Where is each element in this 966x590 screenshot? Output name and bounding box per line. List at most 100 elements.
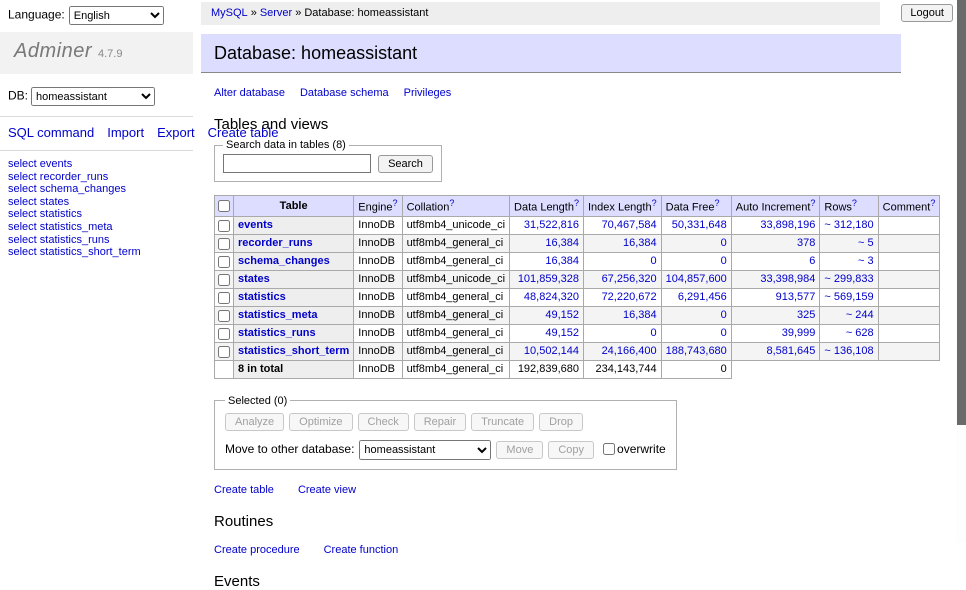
- index-length-link[interactable]: 70,467,584: [602, 219, 657, 231]
- row-checkbox[interactable]: [218, 292, 230, 304]
- auto-increment-link[interactable]: 325: [797, 309, 815, 321]
- rows-link[interactable]: ~ 299,833: [824, 273, 873, 285]
- data-free-link[interactable]: 50,331,648: [672, 219, 727, 231]
- overwrite-checkbox[interactable]: [603, 443, 615, 455]
- rows-link[interactable]: ~ 312,180: [824, 219, 873, 231]
- row-checkbox[interactable]: [218, 256, 230, 268]
- logout-button[interactable]: Logout: [901, 4, 953, 22]
- vertical-scrollbar[interactable]: [956, 0, 966, 543]
- table-name-link[interactable]: statistics: [238, 291, 286, 303]
- data-free-link[interactable]: 0: [721, 255, 727, 267]
- data-free-link[interactable]: 0: [721, 309, 727, 321]
- drop-button[interactable]: Drop: [539, 413, 583, 431]
- column-help-link[interactable]: ?: [652, 198, 657, 208]
- language-select[interactable]: English: [69, 6, 164, 25]
- create-link-1[interactable]: Create view: [298, 484, 356, 496]
- auto-increment-link[interactable]: 33,398,984: [760, 273, 815, 285]
- column-help-link[interactable]: ?: [930, 198, 935, 208]
- analyze-button[interactable]: Analyze: [225, 413, 284, 431]
- routine-link-1[interactable]: Create function: [324, 544, 399, 556]
- row-checkbox[interactable]: [218, 238, 230, 250]
- table-name-link[interactable]: states: [238, 273, 270, 285]
- data-length-link[interactable]: 16,384: [545, 237, 579, 249]
- data-length-link[interactable]: 49,152: [545, 309, 579, 321]
- index-length-link[interactable]: 16,384: [623, 237, 657, 249]
- sidebar-action-1[interactable]: Import: [107, 125, 144, 140]
- index-length-link[interactable]: 72,220,672: [602, 291, 657, 303]
- sidebar-table-link-0[interactable]: select events: [8, 158, 72, 170]
- db-action-link-0[interactable]: Alter database: [214, 87, 285, 99]
- data-free-link[interactable]: 6,291,456: [678, 291, 727, 303]
- index-length-link[interactable]: 24,166,400: [602, 345, 657, 357]
- scrollbar-thumb[interactable]: [957, 0, 966, 425]
- move-db-select[interactable]: homeassistant: [359, 440, 491, 460]
- auto-increment-link[interactable]: 39,999: [782, 327, 816, 339]
- db-action-link-2[interactable]: Privileges: [404, 87, 452, 99]
- sidebar-table-link-4[interactable]: select statistics: [8, 208, 82, 220]
- rows-link[interactable]: ~ 3: [858, 255, 874, 267]
- sidebar-table-link-5[interactable]: select statistics_meta: [8, 221, 113, 233]
- data-length-link[interactable]: 101,859,328: [518, 273, 579, 285]
- data-length-link[interactable]: 16,384: [545, 255, 579, 267]
- auto-increment-link[interactable]: 33,898,196: [760, 219, 815, 231]
- db-select[interactable]: homeassistant: [31, 87, 155, 106]
- table-name-link[interactable]: statistics_short_term: [238, 345, 349, 357]
- data-free-link[interactable]: 188,743,680: [666, 345, 727, 357]
- row-checkbox[interactable]: [218, 346, 230, 358]
- index-length-link[interactable]: 67,256,320: [602, 273, 657, 285]
- select-all-checkbox[interactable]: [218, 200, 230, 212]
- copy-button[interactable]: Copy: [548, 441, 594, 459]
- table-name-link[interactable]: schema_changes: [238, 255, 330, 267]
- rows-link[interactable]: ~ 5: [858, 237, 874, 249]
- table-name-link[interactable]: events: [238, 219, 273, 231]
- table-name-link[interactable]: recorder_runs: [238, 237, 313, 249]
- rows-link[interactable]: ~ 136,108: [824, 345, 873, 357]
- sidebar-table-link-6[interactable]: select statistics_runs: [8, 234, 109, 246]
- column-help-link[interactable]: ?: [715, 198, 720, 208]
- sidebar-table-link-3[interactable]: select states: [8, 196, 69, 208]
- data-length-link[interactable]: 10,502,144: [524, 345, 579, 357]
- routine-link-0[interactable]: Create procedure: [214, 544, 300, 556]
- adminer-logo-text[interactable]: Adminer: [14, 40, 92, 62]
- data-free-link[interactable]: 0: [721, 237, 727, 249]
- rows-link[interactable]: ~ 628: [846, 327, 874, 339]
- auto-increment-link[interactable]: 913,577: [776, 291, 816, 303]
- check-button[interactable]: Check: [358, 413, 409, 431]
- data-free-link[interactable]: 0: [721, 327, 727, 339]
- row-checkbox[interactable]: [218, 274, 230, 286]
- column-help-link[interactable]: ?: [810, 198, 815, 208]
- auto-increment-link[interactable]: 378: [797, 237, 815, 249]
- create-link-0[interactable]: Create table: [214, 484, 274, 496]
- data-free-link[interactable]: 104,857,600: [666, 273, 727, 285]
- adminer-version[interactable]: 4.7.9: [98, 48, 122, 60]
- row-checkbox[interactable]: [218, 328, 230, 340]
- table-name-link[interactable]: statistics_runs: [238, 327, 316, 339]
- column-help-link[interactable]: ?: [393, 198, 398, 208]
- index-length-link[interactable]: 16,384: [623, 309, 657, 321]
- index-length-link[interactable]: 0: [651, 255, 657, 267]
- truncate-button[interactable]: Truncate: [471, 413, 534, 431]
- data-length-link[interactable]: 49,152: [545, 327, 579, 339]
- search-input[interactable]: [223, 154, 371, 173]
- data-length-link[interactable]: 31,522,816: [524, 219, 579, 231]
- column-help-link[interactable]: ?: [449, 198, 454, 208]
- move-button[interactable]: Move: [496, 441, 543, 459]
- breadcrumb-link-mysql[interactable]: MySQL: [211, 7, 248, 19]
- repair-button[interactable]: Repair: [414, 413, 466, 431]
- sidebar-table-link-1[interactable]: select recorder_runs: [8, 171, 108, 183]
- breadcrumb-link-server[interactable]: Server: [260, 7, 292, 19]
- sidebar-action-0[interactable]: SQL command: [8, 125, 94, 140]
- column-help-link[interactable]: ?: [574, 198, 579, 208]
- auto-increment-link[interactable]: 8,581,645: [766, 345, 815, 357]
- data-length-link[interactable]: 48,824,320: [524, 291, 579, 303]
- row-checkbox[interactable]: [218, 220, 230, 232]
- rows-link[interactable]: ~ 569,159: [824, 291, 873, 303]
- row-checkbox[interactable]: [218, 310, 230, 322]
- sidebar-table-link-2[interactable]: select schema_changes: [8, 183, 126, 195]
- auto-increment-link[interactable]: 6: [809, 255, 815, 267]
- rows-link[interactable]: ~ 244: [846, 309, 874, 321]
- index-length-link[interactable]: 0: [651, 327, 657, 339]
- db-action-link-1[interactable]: Database schema: [300, 87, 389, 99]
- sidebar-table-link-7[interactable]: select statistics_short_term: [8, 246, 141, 258]
- sidebar-action-2[interactable]: Export: [157, 125, 195, 140]
